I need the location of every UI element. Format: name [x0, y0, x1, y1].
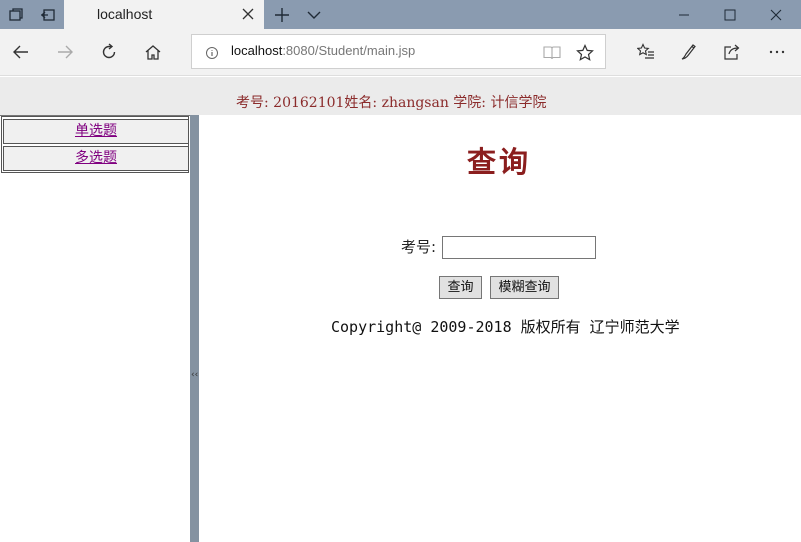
- url-host: localhost: [231, 43, 283, 58]
- forward-icon[interactable]: [50, 37, 80, 67]
- close-icon[interactable]: [240, 6, 256, 22]
- home-icon[interactable]: [138, 37, 168, 67]
- exam-id-input[interactable]: [442, 236, 596, 259]
- address-bar[interactable]: localhost:8080/Student/main.jsp: [191, 34, 606, 69]
- share-icon[interactable]: [717, 37, 747, 67]
- tab-title: localhost: [97, 6, 153, 22]
- minimize-icon[interactable]: [661, 0, 707, 29]
- exam-id-label: 考号:: [401, 238, 437, 256]
- page-title: 查询: [466, 145, 531, 179]
- student-info: 考号: 20162101姓名: zhangsan 学院: 计信学院: [236, 95, 547, 111]
- url-path: :8080/Student/main.jsp: [282, 43, 416, 58]
- fuzzy-query-button[interactable]: 模糊查询: [490, 276, 559, 299]
- maximize-icon[interactable]: [707, 0, 753, 29]
- active-tab[interactable]: localhost: [64, 0, 264, 29]
- query-button[interactable]: 查询: [439, 276, 482, 299]
- set-aside-tabs-icon[interactable]: [32, 0, 64, 29]
- window-close-icon[interactable]: [753, 0, 799, 29]
- reading-view-icon[interactable]: [542, 43, 562, 63]
- new-tab-icon[interactable]: [266, 0, 298, 29]
- copyright-text: Copyright@ 2009-2018 版权所有 辽宁师范大学: [331, 318, 680, 336]
- frame-splitter[interactable]: ‹‹: [190, 115, 199, 542]
- collapse-arrow-icon[interactable]: ‹‹: [191, 370, 198, 380]
- page-header-frame: 考号: 20162101姓名: zhangsan 学院: 计信学院: [0, 77, 801, 115]
- tab-preview-icon[interactable]: [298, 0, 330, 29]
- favorite-star-icon[interactable]: [575, 43, 595, 63]
- info-icon[interactable]: [205, 45, 219, 59]
- pen-icon[interactable]: [674, 37, 704, 67]
- refresh-icon[interactable]: [94, 37, 124, 67]
- more-icon[interactable]: [762, 37, 792, 67]
- menu-item-multiple-choice[interactable]: 多选题: [3, 146, 189, 171]
- main-content-frame: 查询 考号: 查询 模糊查询 Copyright@ 2009-2018 版权所有…: [199, 115, 801, 542]
- tab-list-icon[interactable]: [0, 0, 32, 29]
- left-menu-frame: 单选题 多选题: [0, 115, 191, 542]
- menu-container: 单选题 多选题: [1, 116, 189, 173]
- menu-item-single-choice[interactable]: 单选题: [3, 119, 189, 144]
- title-bar: localhost: [0, 0, 801, 29]
- favorites-list-icon[interactable]: [631, 37, 661, 67]
- navigation-bar: localhost:8080/Student/main.jsp: [0, 29, 801, 76]
- back-icon[interactable]: [6, 37, 36, 67]
- url-text[interactable]: localhost:8080/Student/main.jsp: [231, 43, 415, 58]
